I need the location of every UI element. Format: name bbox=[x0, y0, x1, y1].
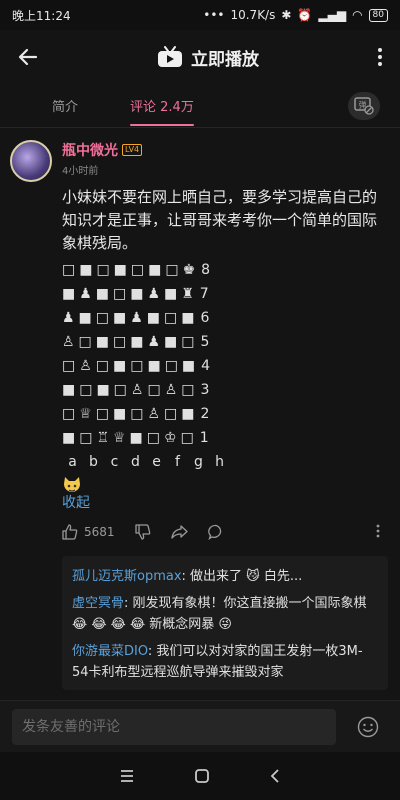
share-icon bbox=[170, 525, 188, 539]
board-row: ■♟■□■♟■♜ 7 bbox=[62, 282, 230, 306]
play-now-button[interactable]: 立即播放 bbox=[56, 45, 360, 70]
like-count: 5681 bbox=[84, 525, 115, 539]
home-icon[interactable] bbox=[194, 768, 210, 784]
rank-number: 5 bbox=[200, 334, 210, 350]
rank-number: 6 bbox=[200, 310, 210, 326]
reply-button[interactable] bbox=[207, 524, 224, 540]
signal-icon: ▂▄▆ bbox=[318, 8, 347, 22]
file-label: f bbox=[175, 454, 180, 470]
tab-comments-label: 评论 2.4万 bbox=[130, 100, 194, 115]
rank-number: 1 bbox=[199, 430, 209, 446]
status-bar: 晚上11:24 ••• 10.7K/s ✱ ⏰ ▂▄▆ ◠ 80 bbox=[0, 0, 400, 30]
comment-text: 小妹妹不要在网上晒自己，要多学习提高自己的知识才是正事，让哥哥来考考你一个简单的… bbox=[62, 188, 378, 252]
battery-icon: 80 bbox=[368, 8, 388, 22]
notification-dots-icon: ••• bbox=[203, 8, 225, 22]
back-button[interactable] bbox=[0, 30, 56, 84]
rank-number: 2 bbox=[200, 406, 210, 422]
app-header: 立即播放 bbox=[0, 30, 400, 84]
collapse-link[interactable]: 收起 bbox=[62, 492, 90, 512]
tv-play-icon bbox=[158, 46, 182, 67]
reply-username[interactable]: 你游最菜DIO bbox=[72, 644, 148, 659]
reply-item[interactable]: 虚空冥骨: 刚发现有象棋！你这直接搬一个国际象棋 😂 😂 😂 😂 新概念网暴 😜 bbox=[72, 593, 378, 635]
rank-number: 8 bbox=[201, 262, 211, 278]
danmaku-toggle-button[interactable]: 弹 bbox=[348, 92, 380, 120]
file-label: e bbox=[152, 454, 161, 470]
rank-number: 7 bbox=[199, 286, 209, 302]
dislike-button[interactable] bbox=[134, 524, 151, 540]
comment-input[interactable] bbox=[12, 708, 336, 745]
reply-item[interactable]: 你游最菜DIO: 我们可以对对家的国王发射一枚3M-54卡利布型远程巡航导弹来摧… bbox=[72, 641, 378, 683]
status-time: 晚上11:24 bbox=[12, 8, 71, 23]
reply-username[interactable]: 虚空冥骨 bbox=[72, 596, 124, 611]
more-vertical-icon bbox=[376, 524, 380, 537]
file-label: d bbox=[131, 454, 140, 470]
more-options-button[interactable] bbox=[360, 30, 400, 84]
file-label: a bbox=[68, 454, 77, 470]
board-squares: ■♟■□■♟■♜ bbox=[62, 286, 198, 302]
board-squares: □♙□■□■□■ bbox=[62, 358, 200, 374]
network-speed: 10.7K/s bbox=[230, 8, 276, 22]
system-nav-bar bbox=[0, 752, 400, 800]
rank-number: 3 bbox=[200, 382, 210, 398]
active-tab-indicator bbox=[130, 123, 194, 126]
board-squares: □■□■□■□♚ bbox=[62, 262, 200, 278]
board-row: ♟■□■♟■□■ 6 bbox=[62, 306, 230, 330]
tab-intro[interactable]: 简介 bbox=[52, 84, 78, 128]
board-squares: □♕□■□♙□■ bbox=[62, 406, 199, 422]
file-label: b bbox=[89, 454, 98, 470]
file-label: g bbox=[194, 454, 203, 470]
status-icons: ••• 10.7K/s ✱ ⏰ ▂▄▆ ◠ 80 bbox=[203, 8, 388, 22]
board-squares: ■□■□♙□♙□ bbox=[62, 382, 199, 398]
reply-username[interactable]: 孤儿迈克斯opmax bbox=[72, 569, 182, 584]
tab-comments[interactable]: 评论 2.4万 bbox=[130, 84, 194, 128]
avatar[interactable] bbox=[10, 140, 52, 182]
board-squares: ♟■□■♟■□■ bbox=[62, 310, 199, 326]
board-row: □♕□■□♙□■ 2 bbox=[62, 402, 230, 426]
board-row: □■□■□■□♚ 8 bbox=[62, 258, 230, 282]
replies-box[interactable]: 孤儿迈克斯opmax: 做出来了 😼 白先... 虚空冥骨: 刚发现有象棋！你这… bbox=[62, 556, 388, 690]
file-label: c bbox=[110, 454, 119, 470]
back-arrow-icon bbox=[18, 48, 38, 66]
thumbs-up-icon bbox=[62, 524, 78, 540]
board-squares: ♙□■□■♟■□ bbox=[62, 334, 199, 350]
board-row: ♙□■□■♟■□ 5 bbox=[62, 330, 230, 354]
back-nav-icon[interactable] bbox=[269, 768, 281, 784]
thumbs-down-icon bbox=[134, 524, 150, 540]
smiley-icon bbox=[357, 716, 379, 737]
tab-intro-label: 简介 bbox=[52, 100, 79, 115]
board-row: ■□■□♙□♙□ 3 bbox=[62, 378, 230, 402]
chess-board: □■□■□■□♚ 8 ■♟■□■♟■♜ 7 ♟■□■♟■□■ 6 ♙□■□■♟■□ 5 … bbox=[62, 258, 230, 498]
comment-input-bar bbox=[0, 700, 400, 752]
board-squares: ■□♖♕■□♔□ bbox=[62, 430, 198, 446]
wifi-icon: ◠ bbox=[352, 8, 363, 22]
danmaku-off-icon: 弹 bbox=[354, 97, 374, 115]
bluetooth-icon: ✱ bbox=[281, 8, 292, 22]
header-title: 立即播放 bbox=[191, 49, 259, 70]
comment-more-button[interactable] bbox=[376, 524, 380, 541]
reply-item[interactable]: 孤儿迈克斯opmax: 做出来了 😼 白先... bbox=[72, 566, 378, 587]
rank-number: 4 bbox=[201, 358, 211, 374]
like-button[interactable]: 5681 bbox=[62, 524, 115, 540]
reply-text: : 做出来了 😼 白先... bbox=[181, 569, 303, 584]
comment-username[interactable]: 瓶中微光 bbox=[62, 140, 118, 160]
comment-timestamp: 4小时前 bbox=[62, 166, 99, 177]
board-row: □♙□■□■□■ 4 bbox=[62, 354, 230, 378]
comment-actions: 5681 bbox=[62, 520, 392, 544]
file-label: h bbox=[215, 454, 224, 470]
board-row: ■□♖♕■□♔□ 1 bbox=[62, 426, 230, 450]
share-button[interactable] bbox=[170, 524, 188, 540]
board-files: a b c d e f g h bbox=[62, 450, 230, 474]
chat-bubble-icon bbox=[207, 524, 221, 540]
level-badge: LV4 bbox=[122, 144, 143, 156]
alarm-icon: ⏰ bbox=[297, 8, 313, 22]
tab-bar: 简介 评论 2.4万 弹 bbox=[0, 84, 400, 128]
menu-icon[interactable] bbox=[119, 769, 135, 783]
more-vertical-icon bbox=[378, 48, 382, 66]
emoji-button[interactable] bbox=[348, 709, 388, 745]
